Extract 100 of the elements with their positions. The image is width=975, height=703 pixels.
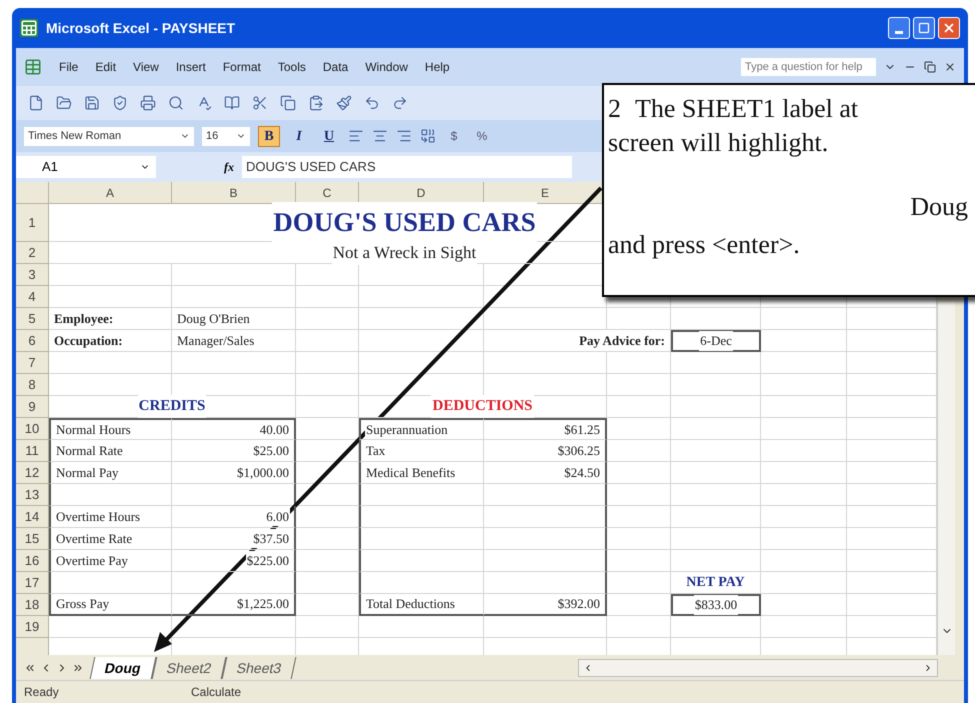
book-icon[interactable] xyxy=(224,95,240,111)
brush-icon[interactable] xyxy=(336,95,352,111)
row-header[interactable]: 9 xyxy=(16,396,49,418)
spreadsheet-icon[interactable] xyxy=(24,58,42,76)
menu-item[interactable]: Format xyxy=(222,58,261,76)
menu-item[interactable]: Tools xyxy=(278,58,306,76)
table-cell xyxy=(607,572,671,594)
row-header[interactable]: 13 xyxy=(16,484,49,506)
table-cell: Employee: xyxy=(49,308,172,330)
table-cell: $61.25 xyxy=(484,418,607,440)
table-cell xyxy=(607,550,671,572)
align-center-icon[interactable] xyxy=(372,128,388,144)
table-cell: $37.50 xyxy=(172,528,296,550)
printer-icon[interactable] xyxy=(140,95,156,111)
table-cell xyxy=(607,374,671,396)
formula-field[interactable]: DOUG'S USED CARS xyxy=(242,156,572,178)
table-cell xyxy=(296,352,359,374)
callout-text: The SHEET1 label at xyxy=(635,92,858,124)
help-search-field[interactable]: Type a question for help xyxy=(741,58,876,76)
row-header[interactable]: 6 xyxy=(16,330,49,352)
row-header[interactable]: 14 xyxy=(16,506,49,528)
table-cell xyxy=(607,594,671,616)
paste-icon[interactable] xyxy=(308,95,324,111)
column-header[interactable]: B xyxy=(172,182,296,204)
table-cell xyxy=(296,308,359,330)
table-cell: Medical Benefits xyxy=(359,462,484,484)
insert-function-button[interactable]: fx xyxy=(224,158,234,176)
font-size-select[interactable]: 16 xyxy=(202,126,250,146)
number-format-button[interactable]: % xyxy=(472,126,492,146)
menu-item[interactable]: Data xyxy=(322,58,348,76)
shield-icon[interactable] xyxy=(112,95,128,111)
close-button[interactable] xyxy=(938,17,960,39)
sheet-tab[interactable]: Sheet2 xyxy=(151,656,226,678)
column-header[interactable]: D xyxy=(359,182,484,204)
undo-icon[interactable] xyxy=(364,95,380,111)
horizontal-scrollbar[interactable] xyxy=(578,658,938,676)
row-header[interactable]: 11 xyxy=(16,440,49,462)
format-button[interactable]: U xyxy=(318,126,340,146)
restore-icon[interactable] xyxy=(924,61,936,73)
row-header[interactable]: 12 xyxy=(16,462,49,484)
table-cell xyxy=(607,506,671,528)
close-icon[interactable] xyxy=(944,61,956,73)
menu-item[interactable]: Window xyxy=(365,58,408,76)
row-header[interactable]: 17 xyxy=(16,572,49,594)
sheet-tab[interactable]: Sheet3 xyxy=(222,656,297,678)
row-header[interactable]: 19 xyxy=(16,616,49,638)
column-header[interactable]: C xyxy=(296,182,359,204)
table-cell xyxy=(296,374,359,396)
row-header[interactable]: 18 xyxy=(16,594,49,616)
row-header[interactable]: 2 xyxy=(16,242,49,264)
close-icon xyxy=(942,21,956,35)
folder-icon[interactable] xyxy=(56,95,72,111)
menu-item[interactable]: Help xyxy=(424,58,450,76)
font-select[interactable]: Times New Roman xyxy=(24,126,194,146)
table-cell: Total Deductions xyxy=(359,594,484,616)
table-cell: $306.25 xyxy=(484,440,607,462)
table-cell: Manager/Sales xyxy=(172,330,296,352)
row-header[interactable]: 1 xyxy=(16,204,49,242)
column-header[interactable]: A xyxy=(49,182,172,204)
menu-item[interactable]: Insert xyxy=(176,58,206,76)
row-header[interactable]: 10 xyxy=(16,418,49,440)
table-cell: Occupation: xyxy=(49,330,172,352)
status-text: Calculate xyxy=(191,684,242,701)
row-header[interactable]: 3 xyxy=(16,264,49,286)
sheet-tab[interactable]: Doug xyxy=(90,656,156,678)
table-cell xyxy=(296,506,359,528)
row-header[interactable]: 15 xyxy=(16,528,49,550)
minimize-button[interactable] xyxy=(888,17,910,39)
new-file-icon[interactable] xyxy=(28,95,44,111)
table-cell xyxy=(296,264,359,286)
save-icon[interactable] xyxy=(84,95,100,111)
format-button[interactable]: B xyxy=(258,126,280,146)
name-box[interactable]: A1 xyxy=(16,156,156,178)
table-cell: 40.00 xyxy=(172,418,296,440)
table-cell: 6.00 xyxy=(172,506,296,528)
row-header[interactable]: 5 xyxy=(16,308,49,330)
menu-item[interactable]: Edit xyxy=(95,58,116,76)
row-header[interactable]: 16 xyxy=(16,550,49,572)
merge-icon[interactable] xyxy=(420,128,436,144)
table-cell: Overtime Hours xyxy=(49,506,172,528)
callout-text: Doug xyxy=(910,190,968,223)
table-cell xyxy=(607,352,671,374)
print-preview-icon[interactable] xyxy=(168,95,184,111)
row-header[interactable]: 7 xyxy=(16,352,49,374)
maximize-button[interactable] xyxy=(913,17,935,39)
align-right-icon[interactable] xyxy=(396,128,412,144)
scissors-icon[interactable] xyxy=(252,95,268,111)
row-header[interactable]: 8 xyxy=(16,374,49,396)
number-format-button[interactable]: $ xyxy=(444,126,464,146)
vertical-scrollbar[interactable] xyxy=(937,302,955,655)
copy-icon[interactable] xyxy=(280,95,296,111)
align-left-icon[interactable] xyxy=(348,128,364,144)
menu-item[interactable]: File xyxy=(59,58,78,76)
table-cell xyxy=(296,462,359,484)
row-header[interactable]: 4 xyxy=(16,286,49,308)
redo-icon[interactable] xyxy=(392,95,408,111)
format-button[interactable]: I xyxy=(288,126,310,146)
menu-item[interactable]: View xyxy=(133,58,159,76)
table-cell: $1,000.00 xyxy=(172,462,296,484)
table-cell xyxy=(296,484,359,506)
